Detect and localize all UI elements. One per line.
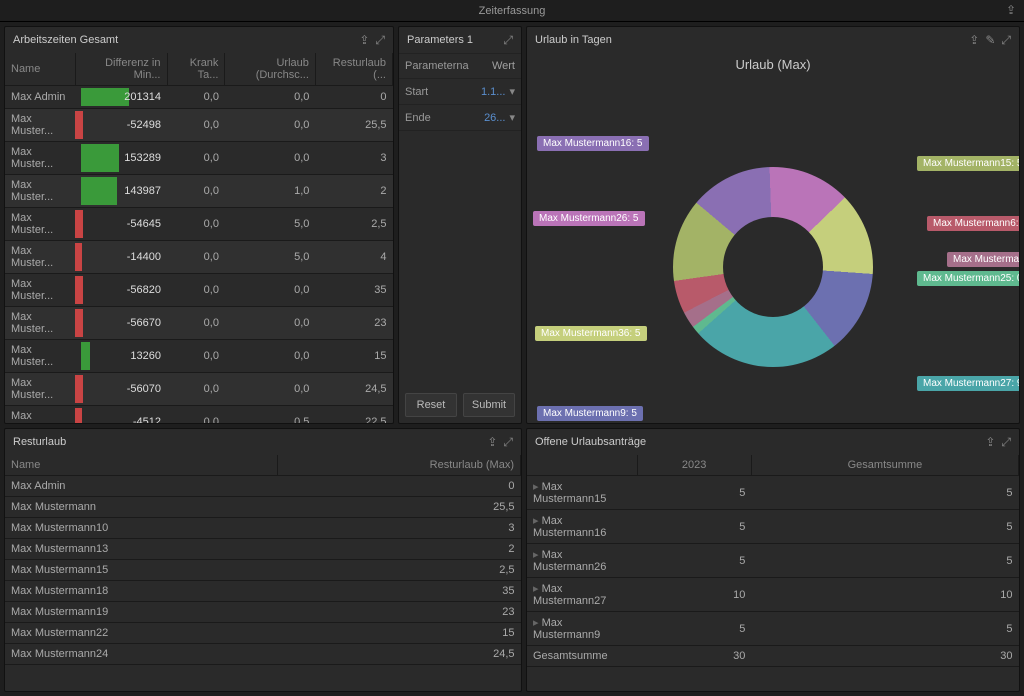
chevron-down-icon: ▾: [509, 111, 515, 124]
table-row[interactable]: Max Mustermann132: [5, 539, 521, 560]
table-row[interactable]: Max Mustermann1655: [527, 510, 1019, 544]
table-row[interactable]: Max Mustermann271010: [527, 578, 1019, 612]
table-row[interactable]: Max Mustermann1835: [5, 581, 521, 602]
col-header: Gesamtsumme: [751, 455, 1018, 476]
table-row[interactable]: Max Muster...-560700,00,024,5: [5, 373, 393, 406]
panel-offene-urlaubsantraege: Offene Urlaubsanträge ⇪ ⤢ 2023 Gesamtsum…: [526, 428, 1020, 692]
expand-icon[interactable]: ⤢: [1001, 33, 1011, 48]
reset-button[interactable]: Reset: [405, 393, 457, 417]
submit-button[interactable]: Submit: [463, 393, 515, 417]
table-row[interactable]: Max Muster...-45120,00,522,5: [5, 406, 393, 424]
donut-chart: Max Mustermann16: 5 Max Mustermann26: 5 Ma…: [527, 76, 1019, 423]
table-row[interactable]: Max Mustermann1555: [527, 476, 1019, 510]
chart-label: Max Mustermann9: 5: [537, 406, 643, 421]
col-header: Parameterna: [405, 60, 492, 72]
panel-arbeitszeiten: Arbeitszeiten Gesamt ⇪ ⤢ NameDifferenz i…: [4, 26, 394, 424]
chart-label: Max Mustermann27: 9: [917, 376, 1020, 391]
share-icon[interactable]: ⇪: [969, 33, 979, 47]
table-row[interactable]: Max Mustermann25,5: [5, 497, 521, 518]
panel-title: Parameters 1: [407, 34, 473, 46]
table-row[interactable]: Max Mustermann2215: [5, 623, 521, 644]
panel-urlaub-tagen: Urlaub in Tagen ⇪ ✎ ⤢ Urlaub (Max) Max M…: [526, 26, 1020, 424]
table-row[interactable]: Max Muster...1532890,00,03: [5, 142, 393, 175]
col-header: 2023: [637, 455, 751, 476]
table-row[interactable]: Max Mustermann2655: [527, 544, 1019, 578]
table-row[interactable]: Max Muster...-524980,00,025,5: [5, 109, 393, 142]
table-row[interactable]: Max Admin0: [5, 476, 521, 497]
chart-label: Max Mustermann15: 5: [917, 156, 1020, 171]
table-row[interactable]: Max Muster...-566700,00,023: [5, 307, 393, 340]
table-row[interactable]: Max Mustermann103: [5, 518, 521, 539]
arbeit-table: NameDifferenz in Min...Krank Ta...Urlaub…: [5, 53, 393, 423]
titlebar: Zeiterfassung ⇪: [0, 0, 1024, 22]
expand-icon[interactable]: ⤢: [375, 33, 385, 48]
panel-title: Arbeitszeiten Gesamt: [13, 34, 118, 46]
panel-resturlaub: Resturlaub ⇪ ⤢ Name Resturlaub (Max) Max…: [4, 428, 522, 692]
chart-label: Max Mustermann36: 5: [535, 326, 647, 341]
table-row[interactable]: Max Muster...-144000,05,04: [5, 241, 393, 274]
share-icon[interactable]: ⇪: [487, 435, 497, 449]
table-row[interactable]: Max Mustermann955: [527, 612, 1019, 646]
col-header[interactable]: Name: [5, 53, 75, 86]
share-icon[interactable]: ⇪: [359, 33, 369, 47]
chart-label: Max Mustermann25: 0.5: [917, 271, 1020, 286]
table-row[interactable]: Max Mustermann1923: [5, 602, 521, 623]
col-header[interactable]: Krank Ta...: [167, 53, 225, 86]
panel-title: Urlaub in Tagen: [535, 34, 612, 46]
col-header: Resturlaub (Max): [278, 455, 521, 476]
param-start[interactable]: Start 1.1... ▾: [399, 79, 521, 105]
share-icon[interactable]: ⇪: [1006, 3, 1016, 17]
total-row: Gesamtsumme3030: [527, 646, 1019, 667]
col-header: Name: [5, 455, 278, 476]
col-header[interactable]: Differenz in Min...: [75, 53, 167, 86]
panel-parameters: Parameters 1 ⤢ Parameterna Wert Start 1.…: [398, 26, 522, 424]
panel-title: Offene Urlaubsanträge: [535, 436, 646, 448]
param-ende[interactable]: Ende 26... ▾: [399, 105, 521, 131]
chevron-down-icon: ▾: [509, 85, 515, 98]
expand-icon[interactable]: ⤢: [503, 435, 513, 450]
table-row[interactable]: Max Muster...1439870,01,02: [5, 175, 393, 208]
col-header: [527, 455, 637, 476]
col-header[interactable]: Urlaub (Durchsc...: [225, 53, 315, 86]
expand-icon[interactable]: ⤢: [1001, 435, 1011, 450]
table-row[interactable]: Max Mustermann152,5: [5, 560, 521, 581]
table-row[interactable]: Max Admin2013140,00,00: [5, 86, 393, 109]
col-header: Wert: [492, 60, 515, 72]
expand-icon[interactable]: ⤢: [503, 33, 513, 48]
table-row[interactable]: Max Muster...132600,00,015: [5, 340, 393, 373]
chart-label: Max Mustermann13: 1: [947, 252, 1020, 267]
chart-title: Urlaub (Max): [527, 53, 1019, 76]
chart-label: Max Mustermann6: 2: [927, 216, 1020, 231]
chart-label: Max Mustermann26: 5: [533, 211, 645, 226]
table-row[interactable]: Max Muster...-546450,05,02,5: [5, 208, 393, 241]
table-row[interactable]: Max Mustermann2424,5: [5, 644, 521, 665]
panel-title: Resturlaub: [13, 436, 66, 448]
offene-table: 2023 Gesamtsumme Max Mustermann1555Max M…: [527, 455, 1019, 667]
edit-icon[interactable]: ✎: [985, 33, 995, 47]
col-header[interactable]: Resturlaub (...: [315, 53, 392, 86]
chart-label: Max Mustermann16: 5: [537, 136, 649, 151]
rest-table: Name Resturlaub (Max) Max Admin0Max Must…: [5, 455, 521, 665]
table-row[interactable]: Max Muster...-568200,00,035: [5, 274, 393, 307]
app-title: Zeiterfassung: [479, 5, 546, 17]
share-icon[interactable]: ⇪: [985, 435, 995, 449]
